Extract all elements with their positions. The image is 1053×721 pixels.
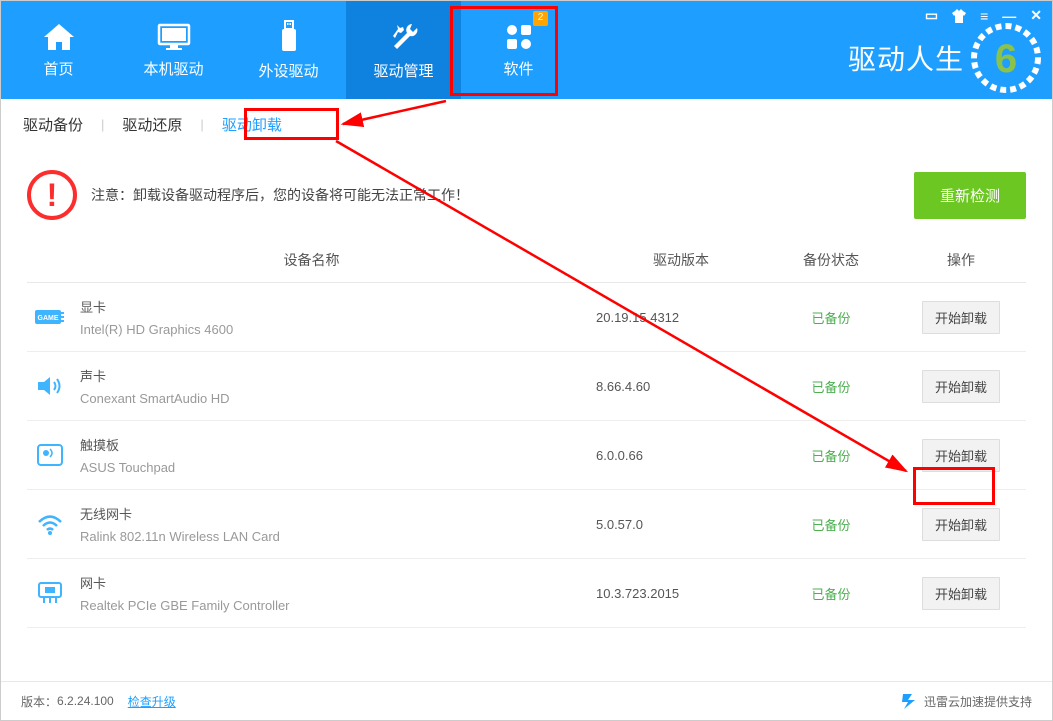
tab-backup[interactable]: 驱动备份 [15,111,91,138]
ethernet-icon [27,581,72,605]
separator: | [200,117,203,132]
table-row: GAME 显卡 Intel(R) HD Graphics 4600 20.19.1… [27,283,1026,352]
rescan-button[interactable]: 重新检测 [914,172,1026,219]
nav-label: 首页 [43,58,73,79]
svg-text:GAME: GAME [37,315,58,322]
home-icon [42,22,76,52]
sub-tabs: 驱动备份 | 驱动还原 | 驱动卸载 [1,99,1052,150]
table-row: 声卡 Conexant SmartAudio HD 8.66.4.60 已备份 开… [27,352,1026,421]
device-version: 20.19.15.4312 [596,310,766,325]
thunder-icon [900,692,918,710]
device-version: 6.0.0.66 [596,448,766,463]
header-action: 操作 [896,250,1026,270]
nav-label: 外设驱动 [258,60,318,81]
nav-external-driver[interactable]: 外设驱动 [231,1,346,99]
warning-bar: ! 注意：卸载设备驱动程序后，您的设备将可能无法正常工作！ 重新检测 [1,150,1052,240]
header-name: 设备名称 [27,250,596,270]
svg-text:6: 6 [995,37,1017,81]
brand-logo-icon: 6 [970,22,1042,94]
device-type: 声卡 [80,366,596,385]
wifi-icon [27,512,72,536]
device-name: Conexant SmartAudio HD [80,391,596,406]
uninstall-button[interactable]: 开始卸载 [922,508,1000,541]
table-row: 网卡 Realtek PCIe GBE Family Controller 10.… [27,559,1026,628]
tab-restore[interactable]: 驱动还原 [114,111,190,138]
device-status: 已备份 [766,308,896,327]
device-version: 8.66.4.60 [596,379,766,394]
device-name: Intel(R) HD Graphics 4600 [80,322,596,337]
table-header: 设备名称 驱动版本 备份状态 操作 [27,240,1026,283]
device-type: 无线网卡 [80,504,596,523]
version-label: 版本： [21,693,57,710]
tab-uninstall[interactable]: 驱动卸载 [214,111,290,138]
device-name: Ralink 802.11n Wireless LAN Card [80,529,596,544]
brand-text: 驱动人生 [848,38,964,78]
nav-local-driver[interactable]: 本机驱动 [116,1,231,99]
table-row: 触摸板 ASUS Touchpad 6.0.0.66 已备份 开始卸载 [27,421,1026,490]
device-type: 显卡 [80,297,596,316]
device-table: 设备名称 驱动版本 备份状态 操作 GAME 显卡 Intel(R) HD Gra… [1,240,1052,628]
device-type: 触摸板 [80,435,596,454]
warning-text: 注意：卸载设备驱动程序后，您的设备将可能无法正常工作！ [91,185,914,205]
touchpad-icon [27,443,72,467]
nav-label: 驱动管理 [373,60,433,81]
tools-icon [387,20,421,54]
audio-icon [27,374,72,398]
nav-software[interactable]: 2 软件 [461,1,576,99]
header-status: 备份状态 [766,250,896,270]
accel-text: 迅雷云加速提供支持 [924,693,1032,710]
skin-icon[interactable] [952,9,966,23]
nav-label: 软件 [503,58,533,79]
device-status: 已备份 [766,377,896,396]
check-update-link[interactable]: 检查升级 [128,693,176,710]
status-bar: 版本： 6.2.24.100 检查升级 迅雷云加速提供支持 [1,681,1052,720]
device-type: 网卡 [80,573,596,592]
device-name: Realtek PCIe GBE Family Controller [80,598,596,613]
nav-label: 本机驱动 [143,58,203,79]
device-version: 5.0.57.0 [596,517,766,532]
gpu-icon: GAME [27,306,72,328]
usb-icon [279,20,299,54]
warning-icon: ! [27,170,77,220]
device-version: 10.3.723.2015 [596,586,766,601]
nav-badge: 2 [533,11,548,26]
device-name: ASUS Touchpad [80,460,596,475]
brand: 驱动人生 6 [848,22,1042,94]
monitor-icon [156,22,192,52]
top-nav: 首页 本机驱动 外设驱动 驱动管理 2 软件 ▭ ≡ — ✕ 驱动人生 [1,1,1052,99]
device-status: 已备份 [766,584,896,603]
uninstall-button[interactable]: 开始卸载 [922,370,1000,403]
table-row: 无线网卡 Ralink 802.11n Wireless LAN Card 5.0… [27,490,1026,559]
uninstall-button[interactable]: 开始卸载 [922,439,1000,472]
nav-driver-manage[interactable]: 驱动管理 [346,1,461,99]
device-status: 已备份 [766,515,896,534]
uninstall-button[interactable]: 开始卸载 [922,301,1000,334]
uninstall-button[interactable]: 开始卸载 [922,577,1000,610]
separator: | [101,117,104,132]
nav-home[interactable]: 首页 [1,1,116,99]
version-value: 6.2.24.100 [57,694,114,708]
header-version: 驱动版本 [596,250,766,270]
device-status: 已备份 [766,446,896,465]
apps-icon [504,22,534,52]
